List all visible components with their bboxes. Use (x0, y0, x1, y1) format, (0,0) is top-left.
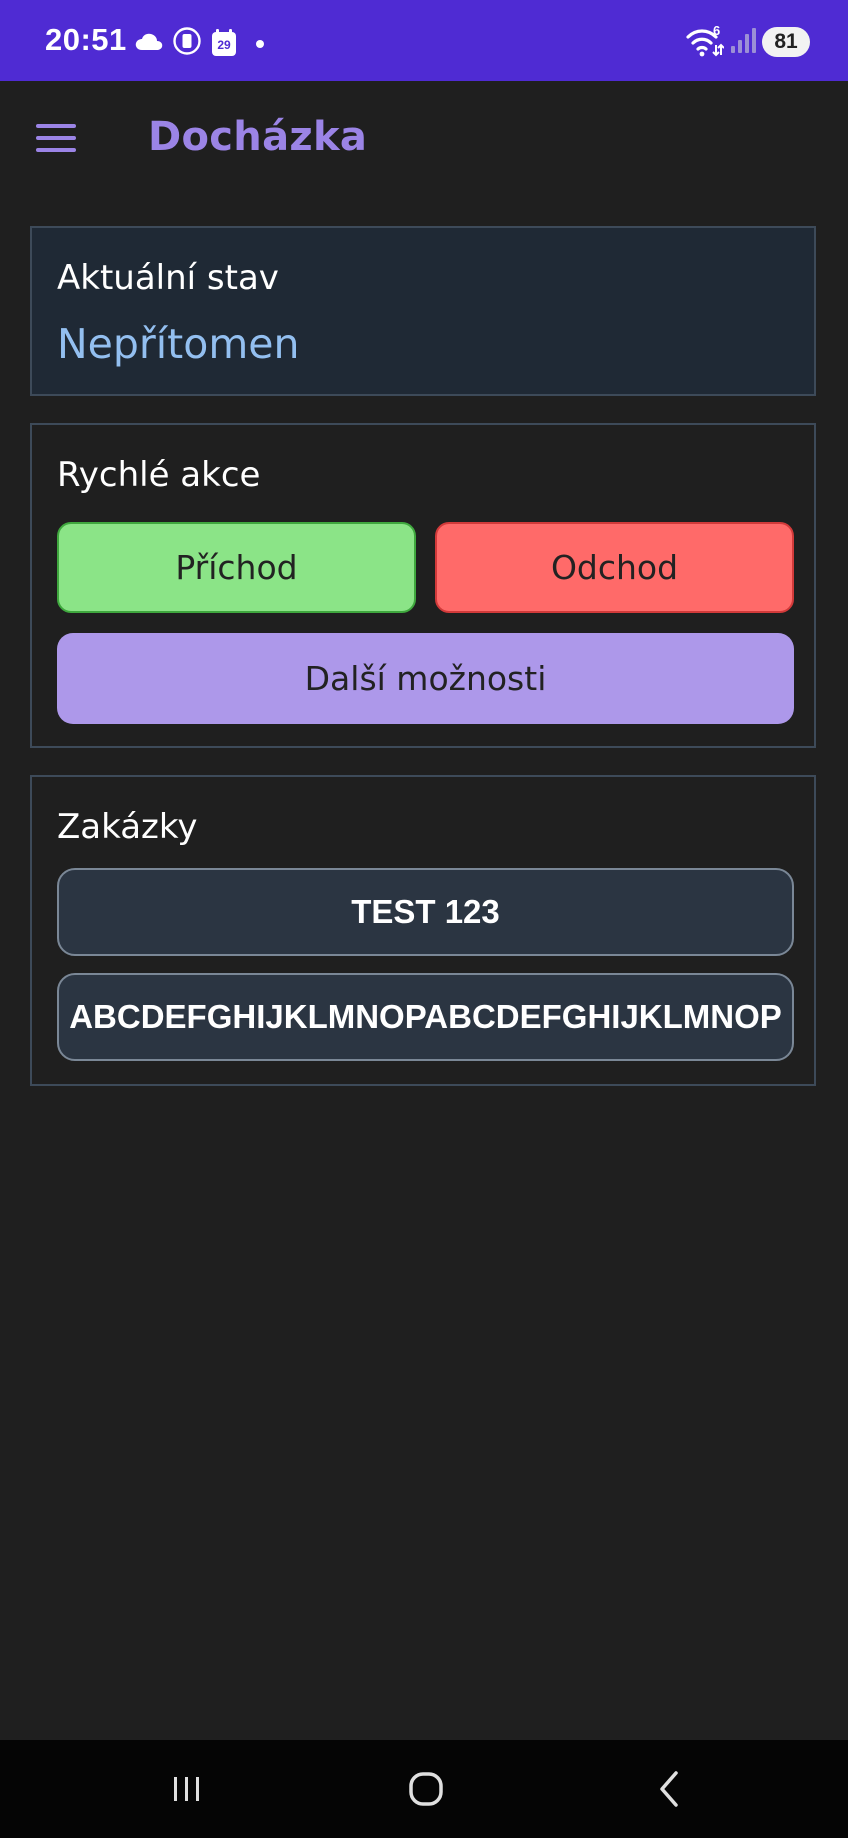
home-icon (397, 1772, 457, 1816)
job-button[interactable]: TEST 123 (57, 868, 794, 956)
back-button[interactable] (636, 1766, 696, 1812)
app-bar: Docházka (0, 81, 848, 201)
status-icons-left: 29 (134, 26, 270, 60)
leave-button-label: Odchod (550, 548, 679, 587)
vibrate-icon (172, 26, 202, 60)
arrive-button[interactable]: Příchod (57, 522, 416, 613)
more-options-button[interactable]: Další možnosti (57, 633, 794, 724)
menu-button[interactable] (36, 124, 78, 156)
recent-apps-button[interactable] (160, 1766, 220, 1812)
hamburger-line (36, 148, 76, 152)
wifi-badge: 6 (713, 23, 721, 38)
back-icon (636, 1771, 696, 1816)
current-status-card: Aktuální stav Nepřítomen (30, 226, 816, 396)
job-button-label: TEST 123 (351, 893, 500, 930)
home-button[interactable] (397, 1766, 457, 1812)
current-status-value: Nepřítomen (57, 320, 300, 368)
cloud-icon (134, 30, 164, 56)
job-button-label: ABCDEFGHIJKLMNOPABCDEFGHIJKLMNOP (69, 998, 782, 1035)
page-title: Docházka (148, 114, 368, 160)
system-nav-bar (0, 1740, 848, 1838)
signal-icon (730, 26, 756, 58)
quick-actions-title: Rychlé akce (57, 455, 261, 495)
job-button[interactable]: ABCDEFGHIJKLMNOPABCDEFGHIJKLMNOP (57, 973, 794, 1061)
wifi-icon: 6 (686, 23, 724, 59)
status-icons-right: 6 81 (686, 23, 810, 60)
arrive-button-label: Příchod (175, 548, 298, 587)
battery-icon: 81 (762, 27, 810, 57)
quick-actions-card: Rychlé akce Příchod Odchod Další možnost… (30, 423, 816, 748)
leave-button[interactable]: Odchod (435, 522, 794, 613)
more-options-label: Další možnosti (304, 659, 547, 698)
hamburger-line (36, 124, 76, 128)
dot-icon (246, 34, 270, 53)
current-status-title: Aktuální stav (57, 258, 279, 298)
calendar-icon: 29 (210, 28, 238, 58)
status-time: 20:51 (45, 22, 127, 57)
recent-apps-icon (160, 1777, 220, 1816)
hamburger-line (36, 136, 76, 140)
jobs-card: Zakázky TEST 123 ABCDEFGHIJKLMNOPABCDEFG… (30, 775, 816, 1086)
status-bar: 20:51 29 6 81 (0, 0, 848, 81)
calendar-day: 29 (217, 38, 231, 52)
jobs-title: Zakázky (57, 807, 198, 847)
